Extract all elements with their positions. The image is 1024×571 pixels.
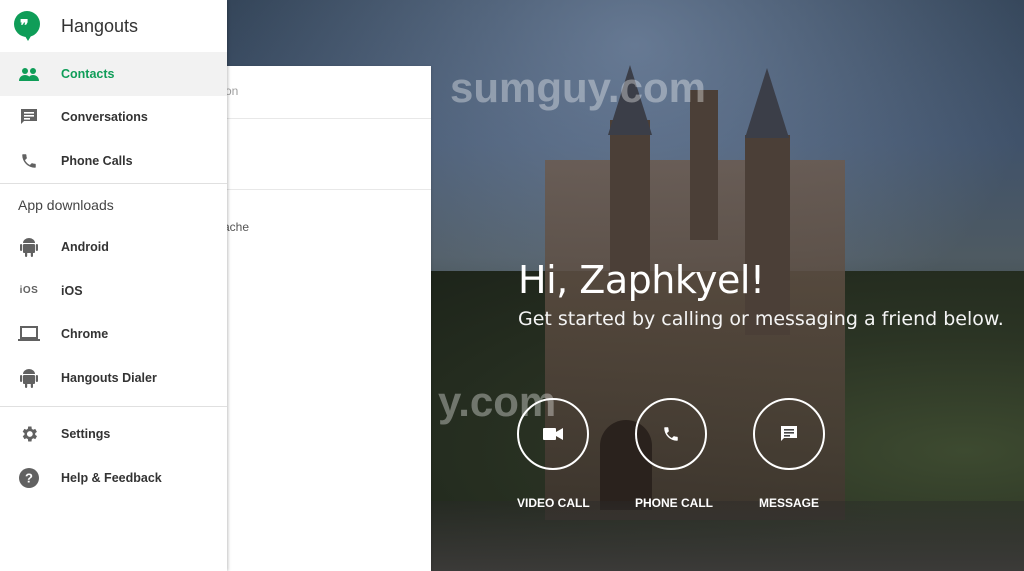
nav-item-label: iOS <box>61 283 83 298</box>
nav-item-android[interactable]: Android <box>0 226 227 270</box>
message-label: MESSAGE <box>758 496 819 510</box>
nav-item-settings[interactable]: Settings <box>0 413 227 457</box>
nav-item-label: Conversations <box>61 110 148 125</box>
video-call-circle[interactable] <box>517 398 589 470</box>
message-icon <box>781 426 797 441</box>
castle-roof <box>745 68 789 138</box>
laptop-icon <box>18 323 40 345</box>
nav-item-chrome[interactable]: Chrome <box>0 313 227 357</box>
nav-item-hangouts-dialer[interactable]: Hangouts Dialer <box>0 356 227 400</box>
android-icon <box>18 236 40 258</box>
nav-item-conversations[interactable]: Conversations <box>0 96 227 140</box>
message-button[interactable]: MESSAGE <box>753 398 871 510</box>
nav-item-contacts[interactable]: Contacts <box>0 52 227 96</box>
phone-icon <box>18 150 40 172</box>
castle-tower <box>690 90 718 240</box>
watermark-text: sumguy.com <box>450 64 706 111</box>
phone-icon <box>664 427 678 441</box>
app-header: ❞ Hangouts <box>0 0 227 52</box>
svg-text:?: ? <box>25 470 33 485</box>
video-call-button[interactable]: VIDEO CALL <box>517 398 635 510</box>
ios-icon: iOS <box>19 285 39 297</box>
nav-item-label: Chrome <box>61 327 109 342</box>
panel-text-fragment: on <box>225 84 239 98</box>
background-road <box>430 501 1024 571</box>
divider <box>227 118 431 119</box>
people-icon <box>18 63 40 85</box>
chat-icon <box>18 106 40 128</box>
nav-item-label: Android <box>61 240 109 255</box>
phone-call-label: PHONE CALL <box>635 496 713 510</box>
greeting-subtitle: Get started by calling or messaging a fr… <box>518 308 1004 330</box>
nav-item-label: Settings <box>61 427 111 442</box>
video-camera-icon <box>543 428 563 440</box>
call-actions: VIDEO CALL PHONE CALL MESSAGE <box>517 398 871 510</box>
contacts-panel: on ache <box>223 66 431 571</box>
greeting: Hi, Zaphkyel! Get started by calling or … <box>518 258 1004 330</box>
message-circle[interactable] <box>753 398 825 470</box>
gear-icon <box>18 423 40 445</box>
nav-item-ios[interactable]: iOS iOS <box>0 269 227 313</box>
phone-call-circle[interactable] <box>635 398 707 470</box>
nav-item-label: Hangouts Dialer <box>61 370 157 385</box>
divider <box>227 189 431 190</box>
nav-item-help-feedback[interactable]: ? Help & Feedback <box>0 456 227 500</box>
section-heading-app-downloads: App downloads <box>18 196 114 213</box>
help-icon: ? <box>18 467 40 489</box>
hangouts-logo-icon: ❞ <box>14 11 40 41</box>
video-call-label: VIDEO CALL <box>517 496 590 510</box>
nav-item-phone-calls[interactable]: Phone Calls <box>0 139 227 183</box>
android-icon <box>18 367 40 389</box>
phone-call-button[interactable]: PHONE CALL <box>635 398 753 510</box>
app-title: Hangouts <box>61 15 139 36</box>
greeting-title: Hi, Zaphkyel! <box>518 258 765 302</box>
nav-item-label: Contacts <box>61 66 115 81</box>
nav-item-label: Phone Calls <box>61 153 133 168</box>
navigation-drawer: ❞ Hangouts Contacts Conversations Phone … <box>0 0 227 571</box>
nav-item-label: Help & Feedback <box>61 470 162 485</box>
